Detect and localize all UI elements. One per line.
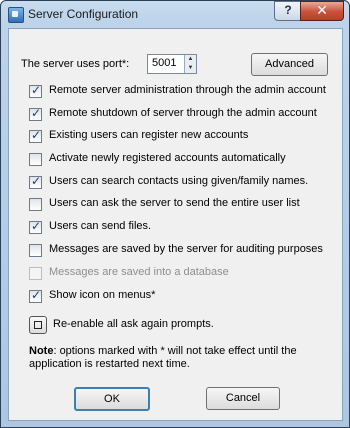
checkbox[interactable]: ✓ [29,106,42,121]
option-label[interactable]: Messages are saved by the server for aud… [49,243,323,255]
checkbox[interactable]: ✓ [29,128,42,143]
option-label[interactable]: Users can ask the server to send the ent… [49,197,300,209]
spin-down-icon[interactable]: ▼ [185,64,196,73]
option-label: Messages are saved into a database [49,266,229,278]
checkbox[interactable] [29,198,42,211]
reenable-prompts-button[interactable] [29,316,47,334]
checkmark-icon: ✓ [31,288,42,302]
checkbox[interactable] [29,153,42,166]
option-label[interactable]: Users can search contacts using given/fa… [49,175,308,187]
server-icon [8,7,24,23]
port-value[interactable]: 5001 [152,57,176,69]
checkmark-icon: ✓ [31,174,42,188]
note-heading: Note [29,345,54,357]
option-label[interactable]: Remote server administration through the… [49,84,326,96]
checkmark-icon: ✓ [31,106,42,120]
option-label[interactable]: Activate newly registered accounts autom… [49,152,286,164]
option-label[interactable]: Show icon on menus* [49,289,155,301]
ok-button[interactable]: OK [74,387,150,411]
port-label: The server uses port*: [21,58,130,70]
option-label[interactable]: Existing users can register new accounts [49,129,248,141]
checkmark-icon: ✓ [31,219,42,233]
checkbox[interactable]: ✓ [29,219,42,234]
port-spinbox[interactable]: 5001 ▲ ▼ [147,54,197,74]
dialog-body: The server uses port*: 5001 ▲ ▼ Advanced… [8,28,343,421]
close-button[interactable]: ✕ [300,1,344,21]
help-button[interactable]: ? [274,1,302,21]
option-label[interactable]: Users can send files. [49,220,151,232]
server-configuration-window: Server Configuration ? ✕ The server uses… [0,0,350,428]
cancel-button[interactable]: Cancel [206,387,280,410]
option-label[interactable]: Remote shutdown of server through the ad… [49,107,317,119]
spin-up-icon[interactable]: ▲ [185,55,196,64]
restart-note: Note: options marked with * will not tak… [29,345,329,371]
checkbox[interactable]: ✓ [29,83,42,98]
note-text: : options marked with * will not take ef… [29,345,297,370]
checkbox-disabled [29,267,42,280]
checkmark-icon: ✓ [31,83,42,97]
window-title: Server Configuration [28,7,139,21]
checkbox[interactable]: ✓ [29,174,42,189]
checkbox[interactable]: ✓ [29,288,42,303]
checkmark-icon: ✓ [31,128,42,142]
title-bar[interactable]: Server Configuration ? ✕ [1,1,349,27]
advanced-button[interactable]: Advanced [251,53,328,76]
port-spinner[interactable]: ▲ ▼ [184,55,196,73]
checkbox[interactable] [29,244,42,257]
reenable-prompts-label: Re-enable all ask again prompts. [53,318,214,330]
